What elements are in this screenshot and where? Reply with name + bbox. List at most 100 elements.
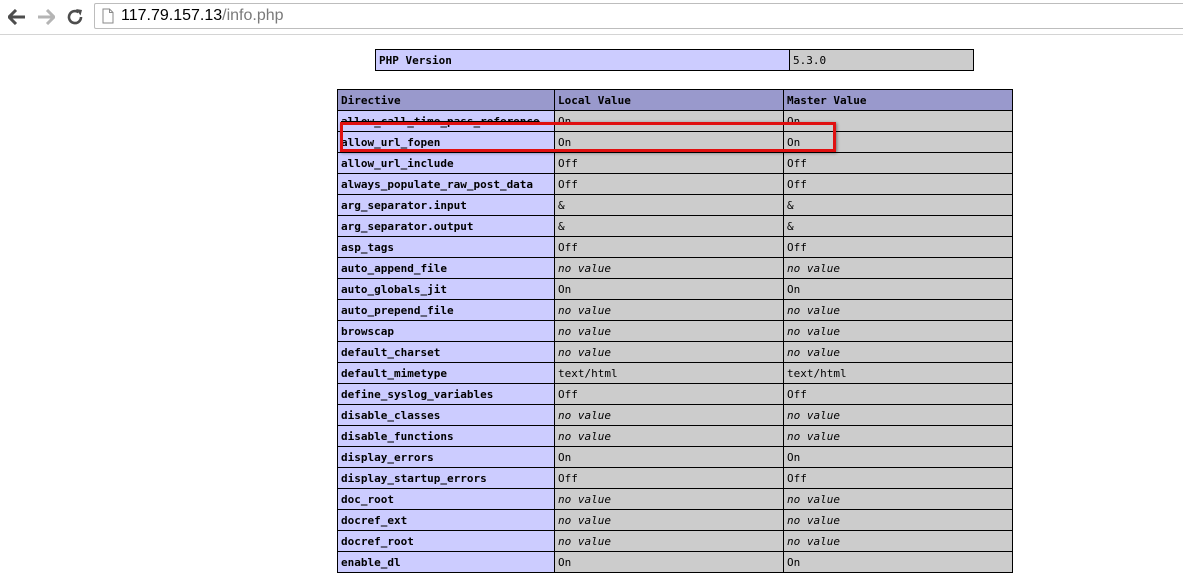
local-value: On [554,110,784,132]
version-value: 5.3.0 [789,49,974,71]
directive-name: disable_functions [337,425,555,447]
directive-name: disable_classes [337,404,555,426]
local-value: no value [554,509,784,531]
directive-name: docref_root [337,530,555,552]
local-value: no value [554,530,784,552]
table-row: disable_functions no value no value [337,425,1013,447]
directive-name: define_syslog_variables [337,383,555,405]
directive-name: docref_ext [337,509,555,531]
local-value-text: no value [558,261,611,275]
column-header-master-value: Master Value [783,89,1013,111]
master-value: On [783,551,1013,573]
master-value-text: no value [787,408,840,422]
local-value: no value [554,404,784,426]
directive-name: display_errors [337,446,555,468]
local-value: no value [554,341,784,363]
master-value: Off [783,383,1013,405]
table-row: asp_tags Off Off [337,236,1013,258]
table-row: docref_root no value no value [337,530,1013,552]
local-value: Off [554,236,784,258]
address-bar[interactable]: 117.79.157.13/info.php [94,3,1183,29]
url-text[interactable]: 117.79.157.13/info.php [121,7,284,25]
local-value: no value [554,299,784,321]
directive-name: auto_globals_jit [337,278,555,300]
local-value: On [554,551,784,573]
local-value: no value [554,320,784,342]
directive-name: browscap [337,320,555,342]
master-value: On [783,446,1013,468]
master-value: no value [783,341,1013,363]
directive-name: asp_tags [337,236,555,258]
directive-name: default_charset [337,341,555,363]
table-row: arg_separator.input & & [337,194,1013,216]
table-row: auto_prepend_file no value no value [337,299,1013,321]
master-value-text: no value [787,534,840,548]
browser-toolbar: 117.79.157.13/info.php [0,0,1183,35]
master-value: Off [783,467,1013,489]
local-value: & [554,194,784,216]
master-value-text: no value [787,303,840,317]
local-value-text: no value [558,324,611,338]
master-value: no value [783,404,1013,426]
local-value: Off [554,152,784,174]
master-value-text: no value [787,345,840,359]
table-row: enable_dl On On [337,551,1013,573]
table-row: display_errors On On [337,446,1013,468]
master-value-text: no value [787,261,840,275]
master-value-text: no value [787,492,840,506]
master-value: Off [783,173,1013,195]
table-row: allow_url_include Off Off [337,152,1013,174]
directive-name: allow_url_include [337,152,555,174]
forward-button[interactable] [34,5,58,29]
master-value: On [783,131,1013,153]
url-host: 117.79.157.13 [121,7,223,24]
table-row: docref_ext no value no value [337,509,1013,531]
directive-name: always_populate_raw_post_data [337,173,555,195]
version-row: PHP Version 5.3.0 [375,49,974,71]
master-value: & [783,194,1013,216]
master-value: no value [783,488,1013,510]
table-row: always_populate_raw_post_data Off Off [337,173,1013,195]
table-row: arg_separator.output & & [337,215,1013,237]
page-icon [102,8,114,24]
local-value-text: no value [558,513,611,527]
local-value: no value [554,425,784,447]
master-value-text: no value [787,324,840,338]
directive-name: default_mimetype [337,362,555,384]
master-value: no value [783,320,1013,342]
local-value: On [554,278,784,300]
php-version-table: PHP Version 5.3.0 [375,49,974,71]
master-value: Off [783,236,1013,258]
directive-name: arg_separator.output [337,215,555,237]
directive-name: allow_url_fopen [337,131,555,153]
table-row: browscap no value no value [337,320,1013,342]
local-value: & [554,215,784,237]
master-value: no value [783,257,1013,279]
table-row: display_startup_errors Off Off [337,467,1013,489]
table-row: auto_globals_jit On On [337,278,1013,300]
directive-name: enable_dl [337,551,555,573]
master-value: no value [783,509,1013,531]
directive-name: display_startup_errors [337,467,555,489]
local-value-text: no value [558,345,611,359]
table-row: allow_call_time_pass_reference On On [337,110,1013,132]
master-value: On [783,110,1013,132]
local-value: On [554,446,784,468]
table-row: default_mimetype text/html text/html [337,362,1013,384]
column-header-local-value: Local Value [554,89,784,111]
local-value-text: no value [558,429,611,443]
reload-button[interactable] [63,5,87,29]
back-button[interactable] [5,5,29,29]
table-row: default_charset no value no value [337,341,1013,363]
master-value: no value [783,530,1013,552]
forward-arrow-icon [38,9,55,25]
directives-body: allow_call_time_pass_reference On On allow_… [337,110,1013,573]
local-value: text/html [554,362,784,384]
local-value-text: no value [558,534,611,548]
column-header-directive: Directive [337,89,555,111]
directive-name: doc_root [337,488,555,510]
local-value: Off [554,383,784,405]
table-row: auto_append_file no value no value [337,257,1013,279]
local-value-text: no value [558,408,611,422]
master-value-text: no value [787,429,840,443]
